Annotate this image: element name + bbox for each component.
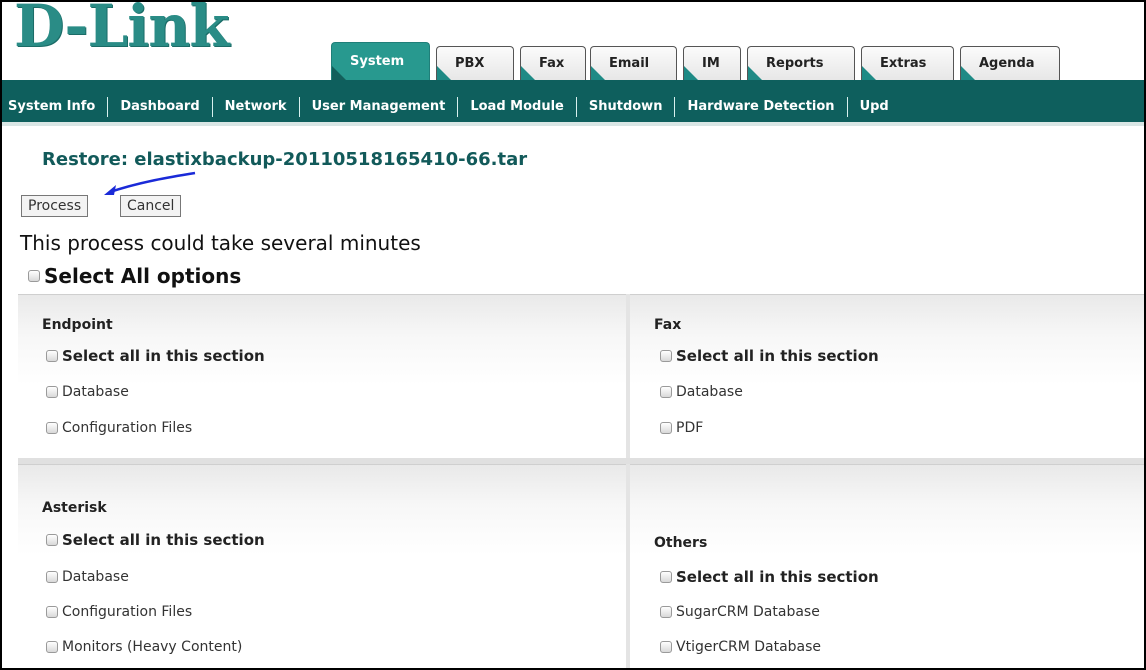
panel-divider-horizontal <box>18 458 1144 464</box>
tab-pbx[interactable]: PBX <box>436 46 514 80</box>
cancel-button[interactable]: Cancel <box>120 195 182 217</box>
others-title: Others <box>654 535 708 551</box>
endpoint-select-all[interactable]: Select all in this section <box>46 347 265 365</box>
fax-select-all[interactable]: Select all in this section <box>660 347 879 365</box>
subnav-system-info[interactable]: System Info <box>2 97 107 117</box>
tab-bar <box>2 80 1144 92</box>
subnav-shutdown[interactable]: Shutdown <box>575 97 675 117</box>
tab-fax[interactable]: Fax <box>520 46 586 80</box>
checkbox[interactable] <box>660 350 672 362</box>
tab-system[interactable]: System <box>331 42 430 80</box>
option-label: Configuration Files <box>62 604 193 620</box>
process-button[interactable]: Process <box>21 195 89 217</box>
select-all-checkbox[interactable] <box>28 270 40 282</box>
tab-reports[interactable]: Reports <box>747 46 855 80</box>
option-label: PDF <box>676 420 704 436</box>
option-label: Database <box>676 384 743 400</box>
asterisk-select-all[interactable]: Select all in this section <box>46 531 265 549</box>
dlink-logo: D-Link <box>14 0 230 60</box>
header: D-Link System PBX Fax Email IM Reports E… <box>2 2 1144 92</box>
option-label: VtigerCRM Database <box>676 639 822 655</box>
fax-panel <box>630 294 1144 459</box>
option-label: Select all in this section <box>676 568 879 586</box>
tab-extras[interactable]: Extras <box>861 46 954 80</box>
subnav-shadow <box>2 122 1144 126</box>
tab-im[interactable]: IM <box>683 46 741 80</box>
option-label: Configuration Files <box>62 420 193 436</box>
checkbox[interactable] <box>46 386 58 398</box>
restore-title: Restore: elastixbackup-20110518165410-66… <box>42 149 528 170</box>
checkbox[interactable] <box>46 606 58 618</box>
checkbox[interactable] <box>46 350 58 362</box>
others-sugarcrm-option[interactable]: SugarCRM Database <box>660 604 820 620</box>
endpoint-database-option[interactable]: Database <box>46 384 129 400</box>
asterisk-monitors-option[interactable]: Monitors (Heavy Content) <box>46 639 242 655</box>
checkbox[interactable] <box>46 534 58 546</box>
select-all-options[interactable]: Select All options <box>28 264 241 288</box>
checkbox[interactable] <box>660 571 672 583</box>
asterisk-config-files-option[interactable]: Configuration Files <box>46 604 192 620</box>
checkbox[interactable] <box>46 641 58 653</box>
subnav-hardware-detection[interactable]: Hardware Detection <box>674 97 846 117</box>
option-label: Database <box>62 569 129 585</box>
fax-database-option[interactable]: Database <box>660 384 743 400</box>
tab-email[interactable]: Email <box>590 46 677 80</box>
asterisk-database-option[interactable]: Database <box>46 569 129 585</box>
others-vtigercrm-option[interactable]: VtigerCRM Database <box>660 639 821 655</box>
panel-divider-vertical <box>626 294 630 668</box>
process-note: This process could take several minutes <box>20 231 421 255</box>
option-label: Database <box>62 384 129 400</box>
asterisk-title: Asterisk <box>42 500 107 516</box>
option-label: SugarCRM Database <box>676 604 820 620</box>
window: D-Link System PBX Fax Email IM Reports E… <box>0 0 1146 670</box>
subnav-user-management[interactable]: User Management <box>298 97 458 117</box>
subnav-load-module[interactable]: Load Module <box>457 97 576 117</box>
option-label: Monitors (Heavy Content) <box>62 639 243 655</box>
option-label: Select all in this section <box>676 347 879 365</box>
subnav-network[interactable]: Network <box>211 97 299 117</box>
checkbox[interactable] <box>46 571 58 583</box>
fax-title: Fax <box>654 317 682 333</box>
endpoint-config-files-option[interactable]: Configuration Files <box>46 420 192 436</box>
select-all-label: Select All options <box>44 264 242 288</box>
checkbox[interactable] <box>660 606 672 618</box>
others-select-all[interactable]: Select all in this section <box>660 568 879 586</box>
checkbox[interactable] <box>46 422 58 434</box>
option-label: Select all in this section <box>62 531 265 549</box>
option-label: Select all in this section <box>62 347 265 365</box>
subnav-dashboard[interactable]: Dashboard <box>107 97 211 117</box>
sub-navigation: System Info Dashboard Network User Manag… <box>2 92 1144 122</box>
checkbox[interactable] <box>660 641 672 653</box>
subnav-updates[interactable]: Upd <box>846 97 901 117</box>
checkbox[interactable] <box>660 422 672 434</box>
tab-agenda[interactable]: Agenda <box>960 46 1060 80</box>
checkbox[interactable] <box>660 386 672 398</box>
fax-pdf-option[interactable]: PDF <box>660 420 703 436</box>
endpoint-title: Endpoint <box>42 317 113 333</box>
